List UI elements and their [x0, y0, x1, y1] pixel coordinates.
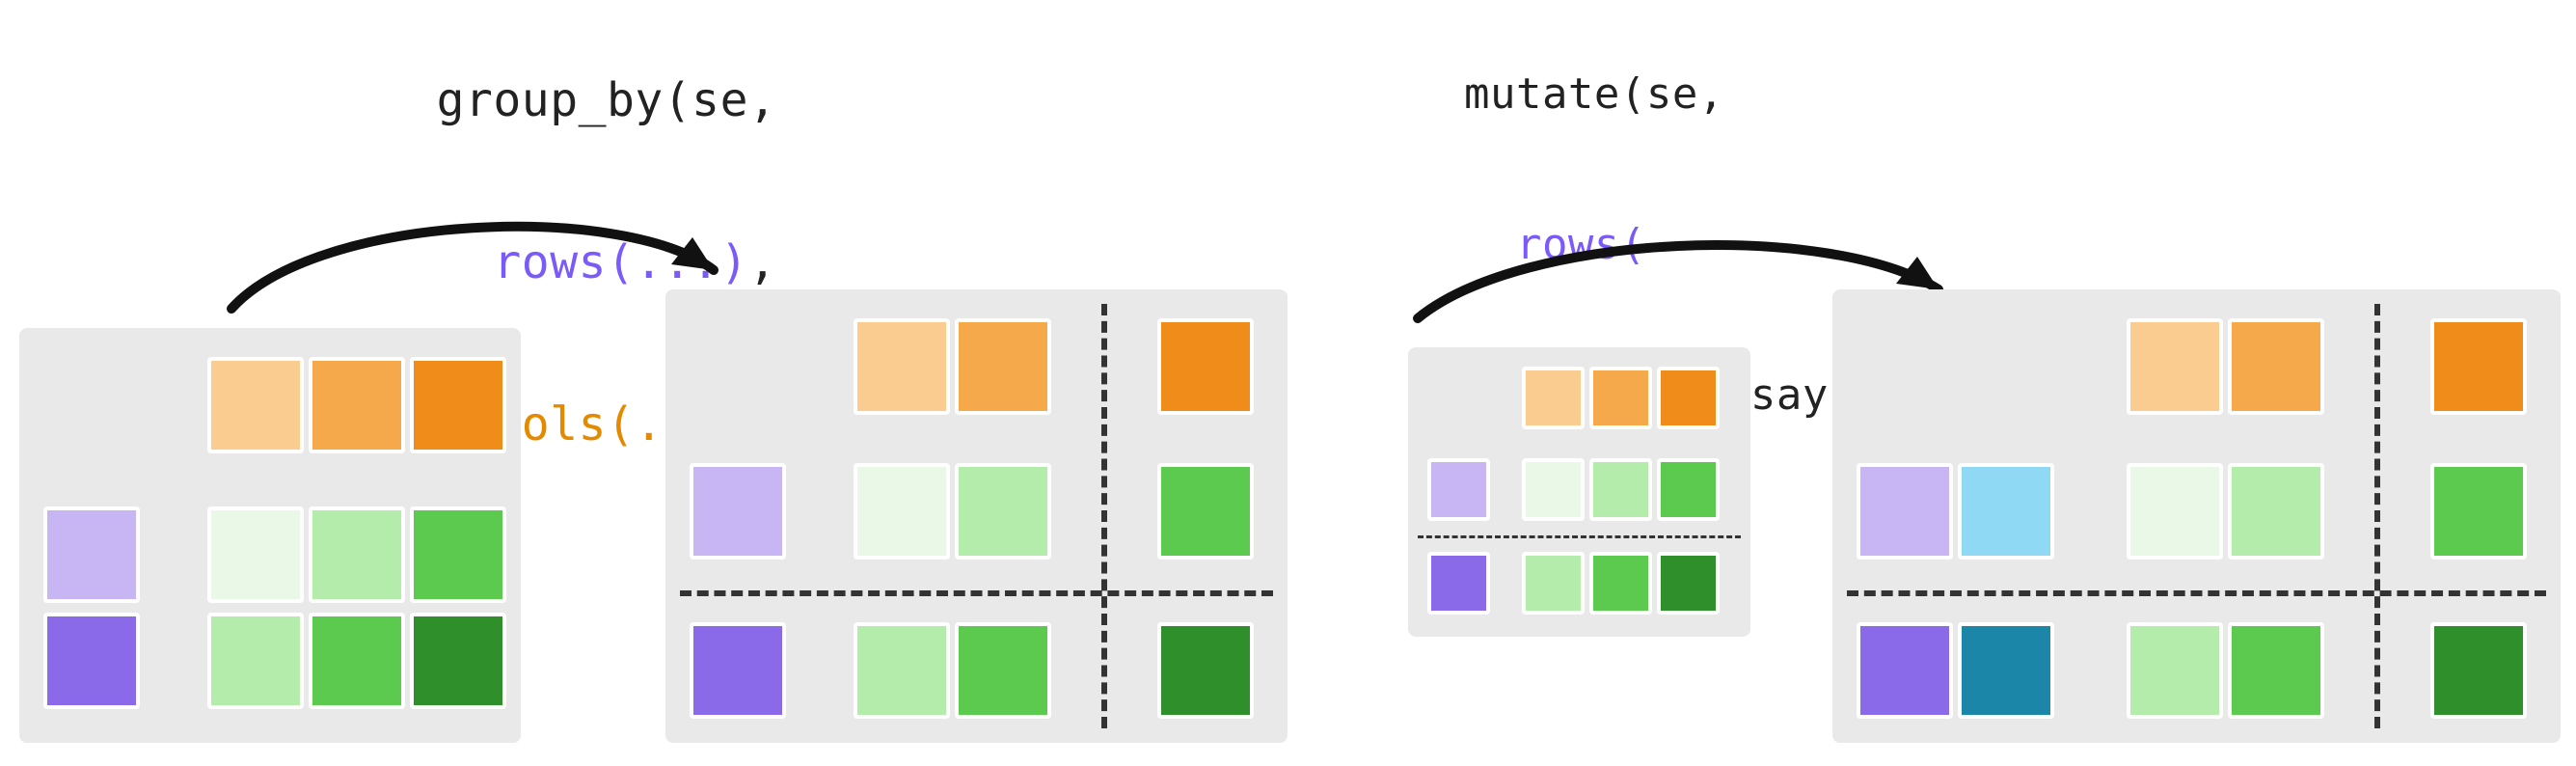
row-group-divider [1847, 590, 2546, 596]
assay-cell [854, 463, 950, 560]
row-header [1427, 552, 1490, 615]
code-mutate-fn: mutate(se, [1464, 69, 1724, 119]
col-header [207, 357, 304, 453]
col-header [410, 357, 506, 453]
row-header [1857, 622, 1953, 719]
assay-cell [1589, 458, 1652, 521]
col-header [1157, 318, 1254, 415]
row-header-new [1958, 463, 2054, 560]
row-header [1427, 458, 1490, 521]
assay-cell [2127, 463, 2223, 560]
row-header-new [1958, 622, 2054, 719]
panel-mini-grouped-se [1408, 347, 1750, 637]
panel-input-se [19, 328, 521, 743]
row-group-divider [680, 590, 1273, 596]
col-group-divider [1101, 304, 1107, 728]
panel-mutated-se [1832, 289, 2561, 743]
assay-cell [2228, 463, 2324, 560]
assay-cell [309, 506, 405, 603]
assay-cell [207, 613, 304, 709]
assay-cell [410, 506, 506, 603]
col-group-divider [2374, 304, 2380, 728]
col-header [955, 318, 1051, 415]
code-fn: group_by(se, [437, 73, 777, 127]
assay-cell [1157, 463, 1254, 560]
assay-cell [955, 463, 1051, 560]
diagram-stage: group_by(se, rows(...), cols(...)) mutat… [0, 0, 2576, 766]
assay-cell [1657, 552, 1720, 615]
col-header [1522, 367, 1585, 429]
assay-cell [207, 506, 304, 603]
arrow-group-by [222, 193, 743, 328]
assay-cell [410, 613, 506, 709]
assay-cell [1157, 622, 1254, 719]
assay-cell [2127, 622, 2223, 719]
assay-cell [1657, 458, 1720, 521]
col-header [854, 318, 950, 415]
assay-cell [309, 613, 405, 709]
row-header [690, 463, 786, 560]
col-header [309, 357, 405, 453]
assay-cell [2430, 622, 2527, 719]
assay-cell [1589, 552, 1652, 615]
row-group-divider [1418, 535, 1741, 538]
code-sep: , [748, 235, 776, 289]
assay-cell [2430, 463, 2527, 560]
row-header [1857, 463, 1953, 560]
col-header [1657, 367, 1720, 429]
row-header [43, 506, 140, 603]
col-header [2430, 318, 2527, 415]
col-header [1589, 367, 1652, 429]
col-header [2228, 318, 2324, 415]
row-header [690, 622, 786, 719]
assay-cell [1522, 552, 1585, 615]
row-header [43, 613, 140, 709]
assay-cell [1522, 458, 1585, 521]
panel-grouped-se [665, 289, 1288, 743]
assay-cell [854, 622, 950, 719]
col-header [2127, 318, 2223, 415]
assay-cell [955, 622, 1051, 719]
assay-cell [2228, 622, 2324, 719]
